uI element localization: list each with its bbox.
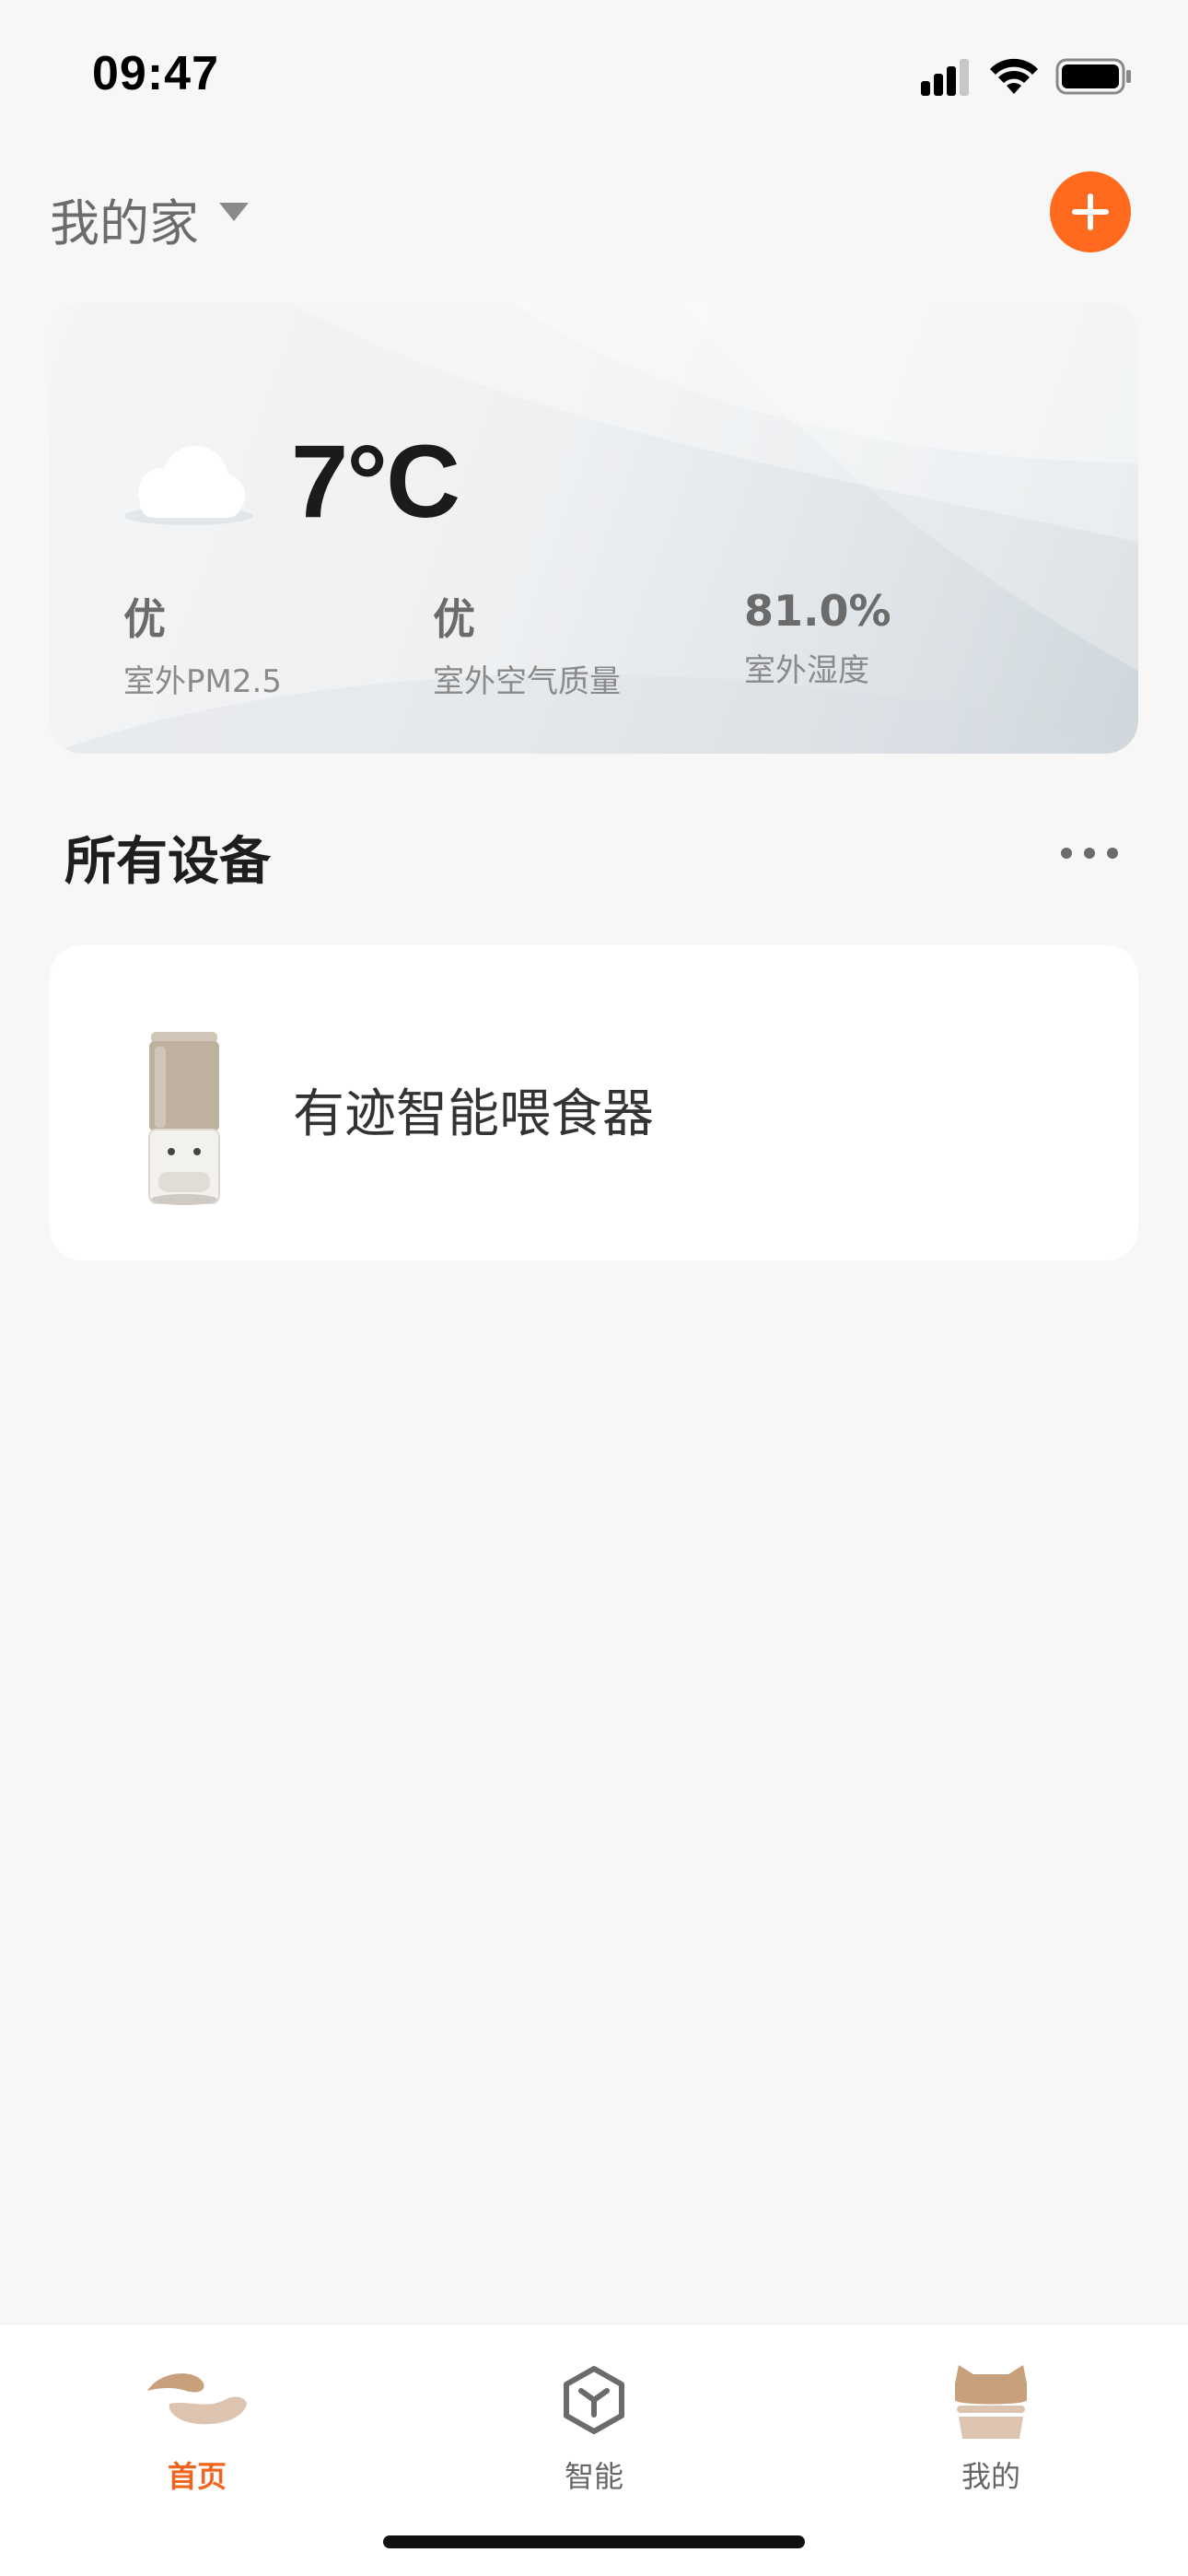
pm25-label: 室外PM2.5	[123, 663, 282, 700]
cloud-icon	[124, 446, 253, 525]
weather-card[interactable]: 7°C 优 室外PM2.5 优 室外空气质量 81.0% 室外湿度	[50, 302, 1138, 754]
air-quality-value: 优	[433, 594, 475, 644]
wifi-icon	[990, 58, 1038, 94]
humidity-metric: 81.0% 室外湿度	[744, 586, 891, 690]
tab-smart[interactable]: 智能	[502, 2343, 686, 2494]
device-card[interactable]: 有迹智能喂食器	[50, 945, 1138, 1260]
temperature-value: 7°C	[291, 424, 460, 539]
cellular-signal-icon	[921, 59, 969, 96]
humidity-label: 室外湿度	[744, 652, 869, 689]
tab-home-label: 首页	[167, 2459, 227, 2494]
battery-icon	[1055, 58, 1131, 95]
header: 我的家	[0, 166, 1188, 258]
home-screen: 09:47 我的家 7°C 优 室外PM2.5 优 室外空气质量 81.0% 室…	[0, 0, 1188, 2576]
plus-icon	[1072, 193, 1109, 230]
tab-home[interactable]: 首页	[105, 2343, 289, 2494]
cat-cup-icon	[955, 2365, 1027, 2439]
home-selector-label[interactable]: 我的家	[50, 182, 199, 255]
humidity-value: 81.0%	[744, 586, 891, 636]
devices-section-title: 所有设备	[64, 832, 271, 892]
add-device-button[interactable]	[1050, 171, 1131, 252]
status-bar: 09:47	[0, 0, 1188, 138]
tab-smart-label: 智能	[564, 2459, 623, 2494]
air-quality-label: 室外空气质量	[433, 663, 621, 700]
tab-mine-label: 我的	[961, 2459, 1020, 2494]
tab-mine[interactable]: 我的	[899, 2343, 1083, 2494]
status-time: 09:47	[92, 47, 219, 100]
pet-feeder-image	[148, 1032, 220, 1205]
home-tab-icon	[147, 2373, 247, 2425]
pm25-metric: 优 室外PM2.5	[123, 586, 282, 701]
caret-down-icon[interactable]	[215, 199, 252, 225]
device-name: 有迹智能喂食器	[293, 1084, 654, 1144]
more-options-icon[interactable]	[1057, 835, 1122, 872]
home-indicator[interactable]	[383, 2535, 805, 2548]
cube-icon	[564, 2366, 624, 2434]
pm25-value: 优	[123, 594, 166, 644]
air-quality-metric: 优 室外空气质量	[433, 586, 621, 701]
